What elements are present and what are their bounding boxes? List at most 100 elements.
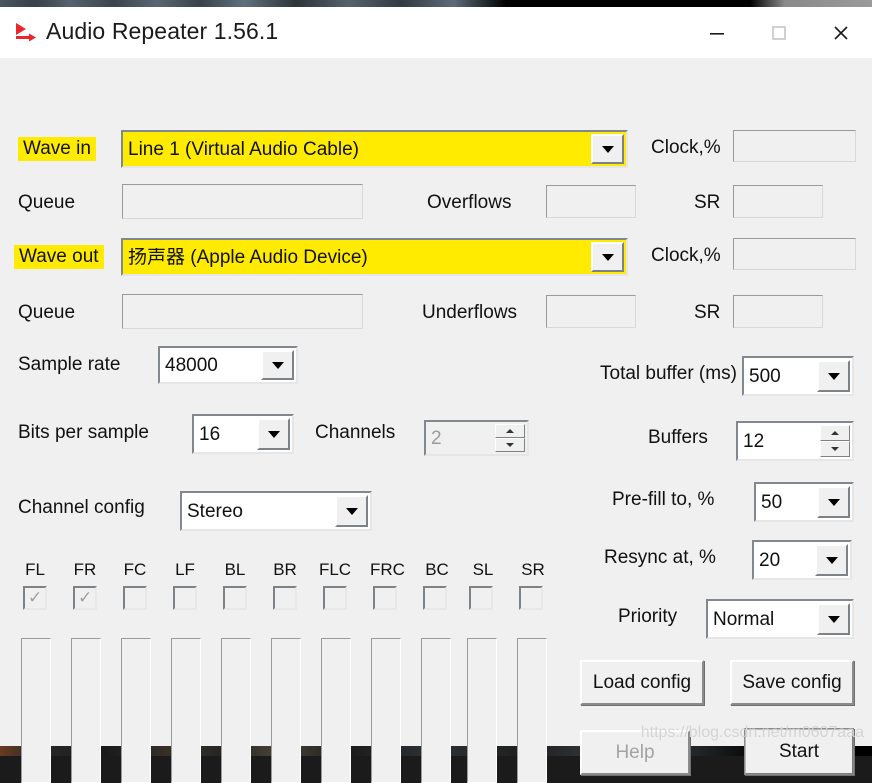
prefill-combo[interactable]: 50 (754, 482, 854, 522)
output-sr-label: SR (694, 303, 720, 322)
level-meter-frc (371, 638, 401, 783)
output-clock-field (733, 238, 856, 270)
load-config-button[interactable]: Load config (580, 660, 704, 705)
bits-per-sample-value: 16 (194, 425, 257, 444)
minimize-button[interactable] (686, 7, 748, 58)
channel-config-combo[interactable]: Stereo (180, 491, 372, 531)
wave-in-value: Line 1 (Virtual Audio Cable) (123, 140, 591, 159)
resync-label: Resync at, % (604, 548, 716, 567)
resync-dropdown-button[interactable] (815, 544, 848, 576)
total-buffer-combo[interactable]: 500 (742, 356, 854, 396)
audio-repeater-window: Audio Repeater 1.56.1 Wave in (0, 7, 872, 746)
channels-stepper[interactable]: 2 (424, 420, 529, 456)
overflows-field (546, 185, 636, 218)
channel-label-sr: SR (516, 561, 550, 578)
sample-rate-dropdown-button[interactable] (261, 350, 294, 380)
total-buffer-label: Total buffer (ms) (600, 364, 737, 383)
level-meter-sr (517, 638, 547, 783)
channel-label-fc: FC (118, 561, 152, 578)
channel-checkbox-bl[interactable] (223, 586, 247, 610)
buffers-stepper[interactable]: 12 (736, 421, 854, 461)
output-sr-field (733, 295, 823, 328)
channel-checkbox-lf[interactable] (173, 586, 197, 610)
output-queue-field (122, 294, 363, 329)
wave-in-label: Wave in (18, 137, 96, 161)
maximize-icon (767, 21, 791, 45)
wave-out-value: 扬声器 (Apple Audio Device) (123, 248, 591, 267)
channel-checkbox-bc[interactable] (423, 586, 447, 610)
resync-combo[interactable]: 20 (752, 540, 852, 580)
level-meter-lf (171, 638, 201, 783)
wave-in-combo[interactable]: Line 1 (Virtual Audio Cable) (121, 130, 628, 168)
priority-dropdown-button[interactable] (817, 603, 850, 635)
output-queue-label: Queue (18, 303, 75, 322)
bits-per-sample-dropdown-button[interactable] (257, 418, 290, 450)
window-controls (686, 7, 872, 58)
input-queue-label: Queue (18, 193, 75, 212)
channels-up-button[interactable] (495, 424, 525, 438)
sample-rate-label: Sample rate (18, 355, 120, 374)
priority-combo[interactable]: Normal (706, 599, 854, 639)
channel-checkbox-br[interactable] (273, 586, 297, 610)
level-meter-bl (221, 638, 251, 783)
check-icon: ✓ (78, 589, 92, 606)
channel-config-label: Channel config (18, 498, 145, 517)
chevron-down-icon (826, 557, 838, 564)
bits-per-sample-combo[interactable]: 16 (192, 414, 294, 454)
priority-value: Normal (708, 610, 817, 629)
level-meter-flc (321, 638, 351, 783)
sample-rate-value: 48000 (160, 356, 261, 375)
save-config-button[interactable]: Save config (730, 660, 854, 705)
channel-checkbox-fc[interactable] (123, 586, 147, 610)
level-meter-br (271, 638, 301, 783)
channels-label: Channels (315, 423, 395, 442)
channel-checkbox-fl[interactable]: ✓ (23, 586, 47, 610)
channel-label-frc: FRC (370, 561, 404, 578)
channel-checkbox-sr[interactable] (519, 586, 543, 610)
channel-label-bl: BL (218, 561, 252, 578)
channel-checkbox-flc[interactable] (323, 586, 347, 610)
prefill-value: 50 (756, 493, 817, 512)
total-buffer-dropdown-button[interactable] (817, 360, 850, 392)
wave-in-dropdown-button[interactable] (591, 134, 624, 164)
wave-out-dropdown-button[interactable] (591, 242, 624, 272)
channel-checkbox-frc[interactable] (373, 586, 397, 610)
sample-rate-combo[interactable]: 48000 (158, 346, 298, 384)
watermark-text: https://blog.csdn.net/m0607aaa (641, 724, 864, 742)
input-queue-field (122, 184, 363, 219)
prefill-dropdown-button[interactable] (817, 486, 850, 518)
wave-out-combo[interactable]: 扬声器 (Apple Audio Device) (121, 238, 628, 276)
channels-down-button[interactable] (495, 438, 525, 452)
level-meter-fc (121, 638, 151, 783)
buffers-up-button[interactable] (820, 425, 850, 441)
window-title: Audio Repeater 1.56.1 (46, 18, 278, 45)
channels-updown[interactable] (495, 424, 525, 452)
level-meter-fr (71, 638, 101, 783)
channel-config-value: Stereo (182, 502, 335, 521)
channels-value: 2 (426, 429, 495, 448)
caret-down-icon (831, 447, 839, 451)
channel-checkbox-sl[interactable] (469, 586, 493, 610)
help-label: Help (615, 742, 654, 764)
channel-label-sl: SL (466, 561, 500, 578)
channel-label-br: BR (268, 561, 302, 578)
desktop-strip-top (0, 0, 872, 7)
close-button[interactable] (810, 7, 872, 58)
input-sr-label: SR (694, 193, 720, 212)
resync-value: 20 (754, 551, 815, 570)
input-sr-field (733, 185, 823, 218)
priority-label: Priority (618, 607, 677, 626)
buffers-down-button[interactable] (820, 441, 850, 457)
overflows-label: Overflows (427, 193, 511, 212)
maximize-button[interactable] (748, 7, 810, 58)
save-config-label: Save config (742, 672, 841, 694)
total-buffer-value: 500 (744, 367, 817, 386)
channel-config-dropdown-button[interactable] (335, 495, 368, 527)
close-icon (829, 21, 853, 45)
level-meter-fl (21, 638, 51, 783)
caret-up-icon (831, 431, 839, 435)
buffers-label: Buffers (648, 428, 708, 447)
chevron-down-icon (346, 508, 358, 515)
channel-checkbox-fr[interactable]: ✓ (73, 586, 97, 610)
buffers-updown[interactable] (820, 425, 850, 457)
